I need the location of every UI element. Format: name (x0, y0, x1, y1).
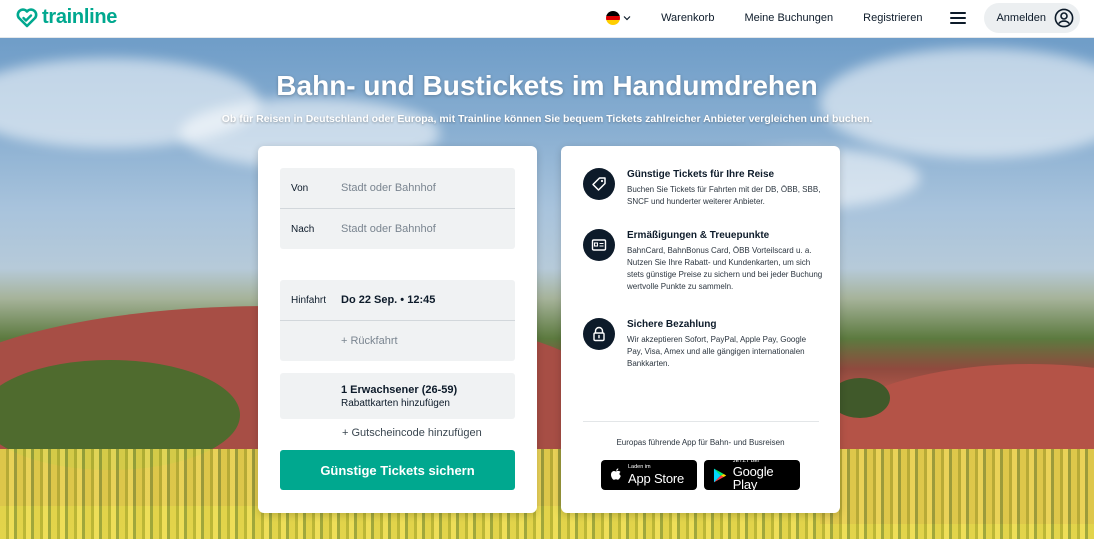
language-selector[interactable] (606, 11, 631, 25)
login-label: Anmelden (996, 12, 1046, 24)
return-date-field[interactable]: + Rückfahrt (280, 321, 515, 361)
app-store-small-label: Laden im (628, 464, 651, 471)
tag-icon (583, 168, 615, 200)
app-caption: Europas führende App für Bahn- und Busre… (616, 438, 785, 447)
section-divider (583, 421, 819, 422)
login-button[interactable]: Anmelden (984, 3, 1080, 33)
feature-description: BahnCard, BahnBonus Card, ÖBB Vorteilsca… (627, 246, 823, 291)
apple-icon (611, 468, 621, 480)
lock-icon (583, 318, 615, 350)
railcards-link[interactable]: Rabattkarten hinzufügen (341, 398, 515, 409)
voucher-link[interactable]: + Gutscheincode hinzufügen (342, 427, 482, 439)
my-bookings-link[interactable]: Meine Buchungen (744, 12, 833, 24)
outbound-value: Do 22 Sep. • 12:45 (341, 294, 436, 306)
feature-item: Ermäßigungen & Treuepunkte BahnCard, Bah… (583, 229, 823, 293)
to-field[interactable]: Nach Stadt oder Bahnhof (280, 209, 515, 249)
register-link[interactable]: Registrieren (863, 12, 922, 24)
feature-item: Sichere Bezahlung Wir akzeptieren Sofort… (583, 318, 823, 370)
app-store-label: App Store (628, 470, 685, 486)
feature-title: Günstige Tickets für Ihre Reise (627, 169, 775, 180)
card-icon (583, 229, 615, 261)
google-play-icon (713, 468, 727, 482)
from-input[interactable]: Stadt oder Bahnhof (341, 182, 436, 194)
chevron-down-icon (623, 16, 631, 21)
outbound-label: Hinfahrt (291, 294, 327, 306)
logo-text: trainline (42, 6, 118, 28)
heart-logo-icon (16, 7, 38, 27)
header-nav: Warenkorb Meine Buchungen Registrieren A… (606, 3, 1080, 33)
from-label: Von (291, 182, 309, 194)
from-field[interactable]: Von Stadt oder Bahnhof (280, 168, 515, 208)
google-play-button[interactable]: JETZT BEI Google Play (704, 458, 800, 493)
search-form: Von Stadt oder Bahnhof Nach Stadt oder B… (258, 146, 537, 513)
feature-item: Günstige Tickets für Ihre Reise Buchen S… (583, 168, 823, 208)
passenger-field[interactable]: 1 Erwachsener (26-59) Rabattkarten hinzu… (280, 373, 515, 419)
flower-field (0, 449, 1094, 539)
feature-description: Wir akzeptieren Sofort, PayPal, Apple Pa… (627, 335, 807, 368)
user-avatar-icon (1054, 8, 1074, 28)
route-fields: Von Stadt oder Bahnhof Nach Stadt oder B… (280, 168, 515, 249)
passenger-count: 1 Erwachsener (26-59) (341, 383, 458, 396)
cart-link[interactable]: Warenkorb (661, 12, 714, 24)
benefits-panel: Günstige Tickets für Ihre Reise Buchen S… (561, 146, 840, 513)
trainline-logo[interactable]: trainline (16, 6, 117, 29)
feature-title: Sichere Bezahlung (627, 319, 717, 330)
add-return-link[interactable]: + Rückfahrt (341, 335, 398, 347)
to-input[interactable]: Stadt oder Bahnhof (341, 223, 436, 235)
hero-title: Bahn- und Bustickets im Handumdrehen (276, 70, 818, 101)
hamburger-menu-icon[interactable] (950, 12, 967, 24)
date-fields: Hinfahrt Do 22 Sep. • 12:45 + Rückfahrt (280, 280, 515, 361)
app-store-button[interactable]: Laden im App Store (601, 460, 697, 490)
feature-title: Ermäßigungen & Treuepunkte (627, 230, 770, 241)
outbound-date-field[interactable]: Hinfahrt Do 22 Sep. • 12:45 (280, 280, 515, 320)
hero-subtitle: Ob für Reisen in Deutschland oder Europa… (221, 113, 873, 125)
search-submit-button[interactable]: Günstige Tickets sichern (280, 450, 515, 490)
top-header: trainline Warenkorb Meine Buchungen Regi… (0, 0, 1094, 38)
german-flag-icon (606, 11, 621, 25)
to-label: Nach (291, 223, 315, 235)
google-play-label: Google Play (732, 464, 774, 493)
feature-description: Buchen Sie Tickets für Fahrten mit der D… (627, 185, 821, 206)
